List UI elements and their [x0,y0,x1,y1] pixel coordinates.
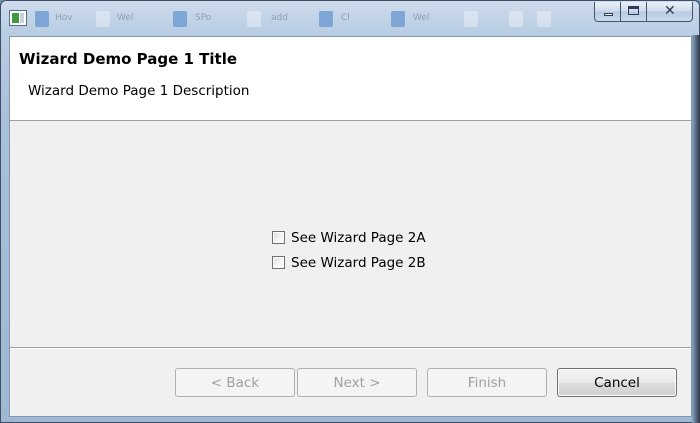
close-icon: ✕ [664,3,676,19]
ghost-icon [391,11,405,27]
page-description: Wizard Demo Page 1 Description [28,83,250,99]
option-page-2b[interactable]: See Wizard Page 2B [272,250,426,275]
ghost-icon [247,11,261,27]
page-title: Wizard Demo Page 1 Title [19,50,238,68]
wizard-window: Hov Wel SPo add Cl Wel ✕ Wizard Demo Pag… [0,0,700,423]
minimize-button[interactable] [594,2,621,22]
ghost-text: Wel [117,13,134,23]
option-label[interactable]: See Wizard Page 2B [291,255,426,271]
ghost-icon [537,11,551,27]
option-label[interactable]: See Wizard Page 2A [291,230,426,246]
title-bar[interactable]: Hov Wel SPo add Cl Wel ✕ [1,1,699,37]
wizard-header: Wizard Demo Page 1 Title Wizard Demo Pag… [10,37,691,121]
wizard-options: See Wizard Page 2A See Wizard Page 2B [272,225,426,275]
cancel-button[interactable]: Cancel [557,368,677,397]
ghost-icon [464,11,478,27]
ghost-text: Hov [55,13,73,23]
restore-icon [628,6,639,15]
ghost-text: Cl [341,13,350,23]
next-button[interactable]: Next > [297,368,417,397]
ghost-text: SPo [195,13,212,23]
close-button[interactable]: ✕ [647,2,693,22]
ghost-icon [173,11,187,27]
minimize-icon [604,13,613,16]
option-page-2a[interactable]: See Wizard Page 2A [272,225,426,250]
finish-button[interactable]: Finish [427,368,547,397]
wizard-client-area: Wizard Demo Page 1 Title Wizard Demo Pag… [9,36,692,417]
footer-divider [10,347,691,349]
page-2a-checkbox[interactable] [272,231,285,244]
ghost-text: Wel [413,13,430,23]
page-2b-checkbox[interactable] [272,256,285,269]
ghost-icon [35,11,49,27]
caption-buttons: ✕ [594,2,693,22]
ghost-icon [509,11,523,27]
desktop-edge [692,35,700,423]
ghost-icon [96,11,110,27]
back-button[interactable]: < Back [175,368,295,397]
app-icon[interactable] [9,10,27,26]
ghost-text: add [271,13,288,23]
ghost-icon [319,11,333,27]
maximize-button[interactable] [621,2,647,22]
